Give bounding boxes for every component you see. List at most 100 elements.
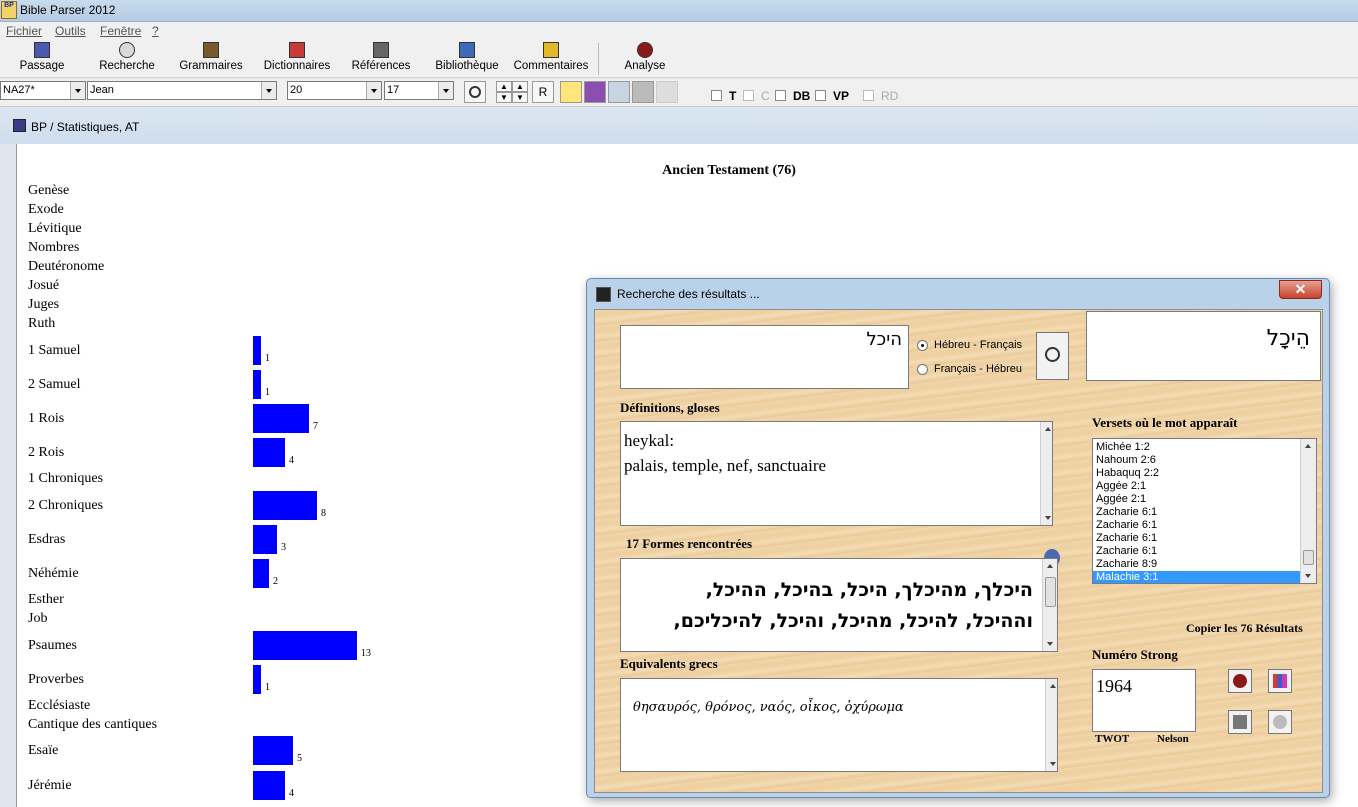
version-select[interactable]: NA27* (0, 81, 86, 100)
copy-results-button[interactable]: Copier les 76 Résultats (1186, 621, 1303, 636)
recherche-button[interactable]: Recherche (96, 41, 158, 77)
verse-list-item[interactable]: Michée 1:2 (1093, 441, 1301, 454)
analyse-button-label: Analyse (624, 60, 666, 72)
passage-button[interactable]: Passage (14, 41, 70, 77)
commentaires-button[interactable]: Commentaires (509, 41, 593, 77)
scroll-up-icon[interactable] (1301, 439, 1316, 453)
speaker-icon[interactable] (656, 81, 678, 103)
bar (253, 631, 357, 660)
tree-icon[interactable] (608, 81, 630, 103)
verse-list-item[interactable]: Zacharie 8:9 (1093, 558, 1301, 571)
menu-outils[interactable]: Outils (55, 24, 86, 38)
dictionnaires-button[interactable]: Dictionnaires (259, 41, 335, 77)
greek-scrollbar[interactable] (1045, 679, 1057, 771)
book-label: Genèse (28, 183, 70, 198)
audio-button[interactable] (1268, 710, 1292, 734)
verse-list-item[interactable]: Habaquq 2:2 (1093, 467, 1301, 480)
verse-list-item[interactable]: Zacharie 6:1 (1093, 545, 1301, 558)
chevron-down-icon[interactable] (261, 82, 276, 99)
checkbox-vp[interactable] (815, 90, 826, 101)
books-stack-icon[interactable] (584, 81, 606, 103)
close-button[interactable]: ✕ (1279, 280, 1322, 299)
lexicon-button[interactable] (1228, 669, 1252, 693)
prev-down-button[interactable]: ▼ (496, 92, 512, 103)
commentary-icon (543, 42, 559, 58)
book-label: Juges (28, 297, 60, 312)
books-icon (1273, 674, 1287, 688)
radio-hebreu-francais[interactable] (917, 340, 928, 351)
bar (253, 438, 285, 467)
checkbox-c[interactable] (743, 90, 754, 101)
scroll-up-icon[interactable] (1043, 559, 1057, 573)
greek-textbox[interactable]: θησαυρός, θρόνος, ναός, οἶκος, ὀχύρωμα (620, 678, 1058, 772)
scroll-down-icon[interactable] (1041, 511, 1052, 525)
chapter-select[interactable]: 20 (287, 81, 382, 100)
scroll-thumb[interactable] (1045, 577, 1056, 607)
bibliotheque-button[interactable]: Bibliothèque (430, 41, 504, 77)
verse-list-item[interactable]: Zacharie 6:1 (1093, 532, 1301, 545)
chevron-down-icon[interactable] (70, 82, 85, 99)
menu-help[interactable]: ? (152, 24, 159, 38)
grammaires-button-label: Grammaires (179, 60, 243, 72)
forms-scrollbar[interactable] (1042, 559, 1057, 651)
book-select[interactable]: Jean (87, 81, 277, 100)
verse-list-item[interactable]: Zacharie 6:1 (1093, 519, 1301, 532)
results-dialog: Recherche des résultats ... ✕ היכל Hébre… (586, 278, 1330, 798)
bar-value-label: 5 (297, 753, 302, 764)
scroll-thumb[interactable] (1303, 550, 1314, 565)
hebrew-search-input[interactable]: היכל (620, 325, 909, 389)
forms-textbox[interactable]: היכלך, מהיכלך, היכל, בהיכל, ההיכל, וההיכ… (620, 558, 1058, 652)
book-label: 2 Rois (28, 445, 65, 460)
verse-list-item[interactable]: Aggée 2:1 (1093, 493, 1301, 506)
grammaires-button[interactable]: Grammaires (176, 41, 246, 77)
text-grid-button[interactable] (1228, 710, 1252, 734)
chevron-down-icon[interactable] (366, 82, 381, 99)
menu-bar: Fichier Outils Fenêtre ? (0, 22, 1358, 39)
r-button[interactable]: R (532, 81, 554, 103)
menu-fichier[interactable]: Fichier (6, 24, 42, 38)
definitions-headword: heykal: (624, 431, 675, 450)
child-window-title: BP / Statistiques, AT (31, 120, 140, 134)
definitions-scrollbar[interactable] (1040, 422, 1052, 525)
scroll-down-icon[interactable] (1043, 637, 1057, 651)
checkbox-rd[interactable] (863, 90, 874, 101)
dictionnaires-button-label: Dictionnaires (263, 60, 331, 72)
tools-icon[interactable] (632, 81, 654, 103)
strong-number-field[interactable]: 1964 (1092, 669, 1196, 732)
main-toolbar: Passage Recherche Grammaires Dictionnair… (0, 39, 1358, 78)
version-value: NA27* (3, 84, 35, 96)
dialog-client-area: היכל Hébreu - Français Français - Hébreu… (594, 309, 1323, 793)
verse-list-item[interactable]: Malachie 3:1 (1093, 571, 1301, 583)
verse-select[interactable]: 17 (384, 81, 454, 100)
checkbox-rd-label: RD (881, 89, 899, 103)
bar-value-label: 2 (273, 576, 278, 587)
scroll-up-icon[interactable] (1046, 679, 1057, 693)
chevron-down-icon[interactable] (438, 82, 453, 99)
scroll-down-icon[interactable] (1046, 757, 1057, 771)
dialog-search-button[interactable] (1036, 332, 1069, 380)
bar (253, 665, 261, 694)
references-button[interactable]: Références (349, 41, 413, 77)
analyse-button[interactable]: Analyse (620, 41, 670, 77)
verse-list-item[interactable]: Nahoum 2:6 (1093, 454, 1301, 467)
radio-francais-hebreu[interactable] (917, 364, 928, 375)
text-view-icon[interactable] (560, 81, 582, 103)
prev-up-button[interactable]: ▲ (496, 81, 512, 92)
verse-list-item[interactable]: Zacharie 6:1 (1093, 506, 1301, 519)
next-down-button[interactable]: ▼ (512, 92, 528, 103)
scroll-down-icon[interactable] (1301, 569, 1316, 583)
book-label: Lévitique (28, 221, 82, 236)
verses-listbox[interactable]: Michée 1:2 Nahoum 2:6 Habaquq 2:2 Aggée 2:1… (1092, 438, 1317, 584)
verses-scrollbar[interactable] (1300, 439, 1316, 583)
next-up-button[interactable]: ▲ (512, 81, 528, 92)
menu-fenetre[interactable]: Fenêtre (100, 24, 141, 38)
scroll-up-icon[interactable] (1041, 422, 1052, 436)
definitions-textbox[interactable]: heykal: palais, temple, nef, sanctuaire (620, 421, 1053, 526)
search-verse-button[interactable] (464, 81, 486, 103)
verse-list-item[interactable]: Aggée 2:1 (1093, 480, 1301, 493)
checkbox-t[interactable] (711, 90, 722, 101)
checkbox-db[interactable] (775, 90, 786, 101)
library-button[interactable] (1268, 669, 1292, 693)
book-label: Esther (28, 592, 64, 607)
bar-value-label: 1 (265, 387, 270, 398)
